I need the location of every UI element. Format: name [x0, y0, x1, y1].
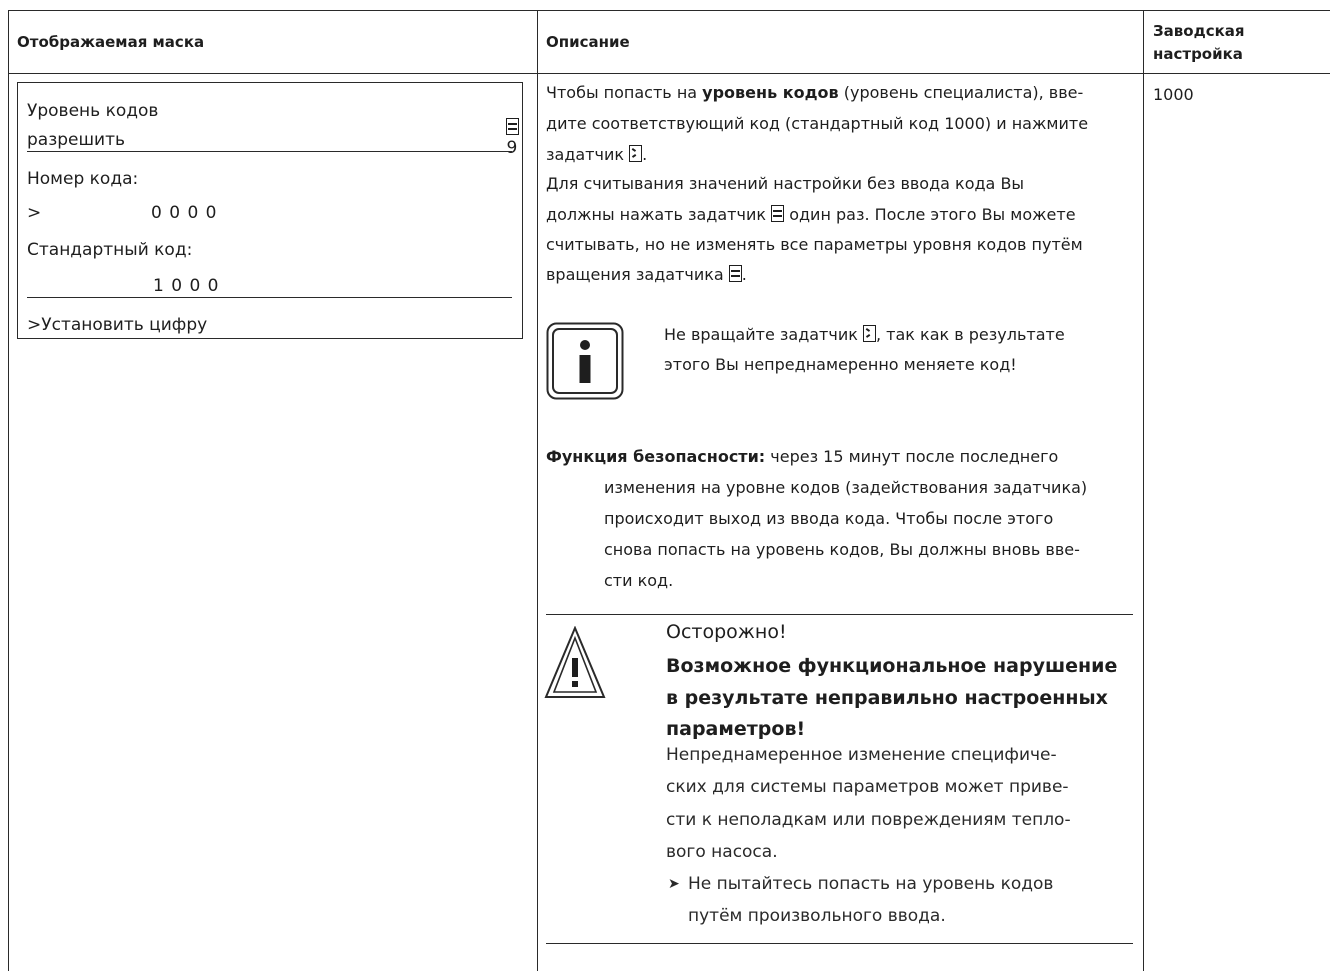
desc-p1-bold: уровень кодов	[702, 83, 839, 102]
info-note-line1: Не вращайте задатчик , так как в результ…	[664, 322, 1065, 348]
desc-p2-line1: Для считывания значений настройки без вв…	[546, 174, 1025, 193]
warning-title-2: Возможное функциональное нарушение	[666, 655, 1118, 677]
safety-line4: снова попасть на уровень кодов, Вы должн…	[604, 540, 1080, 559]
safety-label: Функция безопасности:	[546, 447, 766, 466]
desc-p2-line4: вращения задатчика .	[546, 265, 747, 284]
mask-page-indicator: 9	[474, 98, 520, 178]
desc-p2-line2-text-b: один раз. После этого Вы можете	[784, 205, 1076, 224]
warning-body-1: Непреднамеренное изменение специфиче-	[666, 745, 1057, 765]
desc-p1-line3-text: задатчик	[546, 145, 625, 164]
mask-standard-value: 1 0 0 0	[153, 276, 220, 296]
info-icon	[546, 322, 624, 400]
safety-line5: сти код.	[604, 571, 674, 590]
menu-knob-icon	[728, 265, 742, 282]
desc-p2-line2: должны нажать задатчик один раз. После э…	[546, 202, 1076, 228]
menu-knob-icon	[771, 205, 785, 222]
safety-text: через 15 минут после последнего	[765, 447, 1059, 466]
mask-title-line1: Уровень кодов	[27, 101, 159, 121]
desc-p1-text-b: (уровень специалиста), вве-	[838, 83, 1084, 102]
safety-line2: изменения на уровне кодов (задействовани…	[604, 478, 1088, 497]
table-top-border	[8, 10, 1330, 11]
table-col-divider-2	[1143, 10, 1144, 971]
rotary-knob-icon	[862, 325, 876, 342]
table-header-border	[8, 73, 1330, 74]
desc-p1-line1: Чтобы попасть на уровень кодов (уровень …	[546, 80, 1083, 106]
warning-title-4: параметров!	[666, 718, 806, 740]
menu-knob-icon	[506, 118, 520, 135]
rotary-knob-icon	[629, 145, 643, 162]
warning-bullet-icon: ➤	[668, 876, 680, 892]
safety-line1: Функция безопасности: через 15 минут пос…	[546, 444, 1058, 470]
desc-p2-line4-text: вращения задатчика	[546, 265, 724, 284]
info-note-text-a: Не вращайте задатчик	[664, 325, 858, 344]
header-factory-line1: Заводская	[1153, 22, 1245, 40]
warning-triangle-icon	[544, 626, 606, 698]
warning-action-2: путём произвольного ввода.	[688, 906, 946, 926]
info-note-text-b: , так как в результате	[875, 325, 1065, 344]
warning-body-3: сти к неполадкам или повреждениям тепло-	[666, 810, 1071, 830]
mask-separator-top	[27, 151, 512, 152]
mask-footer: >Установить цифру	[27, 315, 208, 335]
table-col-divider-1	[537, 10, 538, 971]
mask-code-value: 0 0 0 0	[151, 203, 218, 223]
desc-p1-line2: дите соответствующий код (стандартный ко…	[546, 114, 1089, 133]
warning-title-3: в результате неправильно настроенных	[666, 687, 1108, 709]
info-note-line2: этого Вы непреднамеренно меняете код!	[664, 355, 1017, 374]
mask-code-label: Номер кода:	[27, 169, 139, 189]
warning-body-4: вого насоса.	[666, 842, 778, 862]
desc-p1-text-a: Чтобы попасть на	[546, 83, 703, 102]
warning-action-1: Не пытайтесь попасть на уровень кодов	[688, 874, 1054, 894]
safety-line3: происходит выход из ввода кода. Чтобы по…	[604, 509, 1054, 528]
warning-top-rule	[546, 614, 1133, 615]
table-left-border	[8, 10, 9, 971]
warning-body-2: ских для системы параметров может приве-	[666, 777, 1069, 797]
desc-p2-line2-text-a: должны нажать задатчик	[546, 205, 767, 224]
warning-bottom-rule	[546, 943, 1133, 944]
warning-title-1: Осторожно!	[666, 621, 787, 643]
mask-separator-bottom	[27, 297, 512, 298]
mask-title-line2: разрешить	[27, 130, 126, 150]
mask-standard-label: Стандартный код:	[27, 240, 193, 260]
header-factory-line2: настройка	[1153, 45, 1243, 63]
mask-page-number: 9	[506, 138, 518, 158]
manual-page: Отображаемая маска Описание Заводская на…	[0, 0, 1330, 971]
factory-setting-value: 1000	[1153, 85, 1194, 104]
display-mask: Уровень кодов 9 разрешить Номер кода: > …	[17, 82, 523, 339]
header-display-mask: Отображаемая маска	[17, 33, 205, 51]
desc-p2-line3: считывать, но не изменять все параметры …	[546, 235, 1083, 254]
mask-code-prompt: >	[27, 203, 42, 223]
desc-p1-line3: задатчик .	[546, 145, 648, 164]
header-description: Описание	[546, 33, 630, 51]
